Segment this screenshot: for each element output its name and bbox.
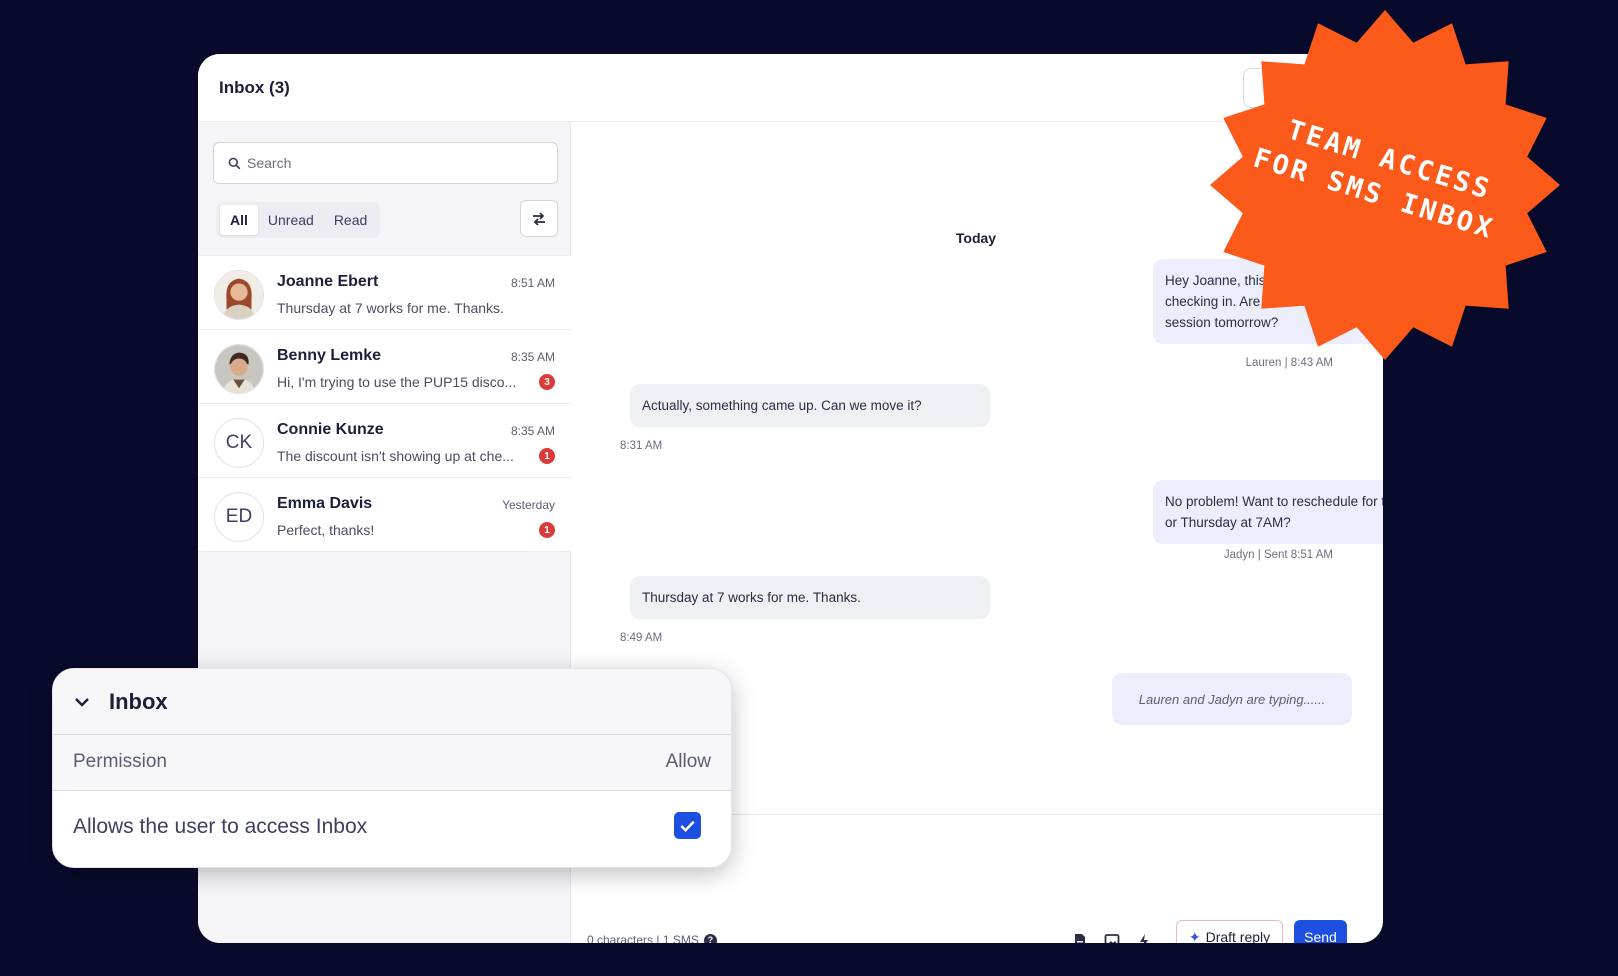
sort-button[interactable] [520,200,558,237]
list-item[interactable]: ED Emma Davis Yesterday Perfect, thanks!… [198,477,571,552]
message-time: Yesterday [502,498,555,512]
message-preview: Perfect, thanks! [277,522,375,538]
person-photo-icon [215,345,263,393]
message-meta: Jadyn | Sent 8:51 AM [1223,549,1333,561]
permission-description: Allows the user to access Inbox [73,815,368,838]
filter-tabs: All Unread Read [217,202,381,238]
permission-column-label: Permission [73,751,167,772]
avatar: CK [214,418,264,468]
image-icon[interactable] [1104,933,1120,943]
contact-name: Benny Lemke [277,347,382,364]
permission-title: Inbox [109,688,168,714]
list-item[interactable]: CK Connie Kunze 8:35 AM The discount isn… [198,403,571,478]
contact-name: Joanne Ebert [277,273,379,290]
message-preview: Hi, I'm trying to use the PUP15 disco... [277,374,517,390]
tab-all[interactable]: All [220,205,258,235]
draft-reply-label: Draft reply [1205,929,1271,943]
contact-name: Connie Kunze [277,421,384,438]
tab-read[interactable]: Read [324,205,377,235]
promo-starburst: TEAM ACCESS FOR SMS INBOX [1210,10,1560,360]
search-placeholder: Search [247,155,292,171]
search-icon [228,157,241,169]
message-preview: The discount isn't showing up at che... [277,448,514,464]
lightning-icon[interactable] [1136,933,1152,943]
person-photo-icon [215,271,263,319]
tab-unread[interactable]: Unread [258,205,324,235]
message-time: 8:35 AM [510,350,555,364]
permission-column-row: Permission Allow [53,735,731,791]
list-item[interactable]: Benny Lemke 8:35 AM Hi, I'm trying to us… [198,329,571,404]
outgoing-message: No problem! Want to reschedule for to to… [1153,480,1383,544]
allow-column-label: Allow [665,751,711,772]
sparkle-icon: ✦ [1188,928,1201,944]
unread-badge: 1 [539,522,555,538]
message-meta: 8:49 AM [620,632,663,644]
contact-name: Emma Davis [277,495,373,512]
message-time: 8:35 AM [510,424,555,438]
message-time: 8:51 AM [510,276,555,290]
swap-icon [533,211,545,226]
message-meta: 8:31 AM [620,440,663,452]
permission-card: Inbox Permission Allow Allows the user t… [52,668,732,868]
incoming-message: Actually, something came up. Can we move… [630,384,990,427]
avatar: ED [214,492,264,542]
allow-checkbox[interactable] [674,812,701,839]
conversation-list: Joanne Ebert 8:51 AM Thursday at 7 works… [198,255,571,552]
day-separator: Today [955,230,997,246]
message-preview: Thursday at 7 works for me. Thanks. [277,300,504,316]
file-icon[interactable] [1072,933,1088,943]
counter-text: 0 characters | 1 SMS [587,933,699,943]
search-input[interactable]: Search [213,142,558,184]
page-title: Inbox (3) [219,78,290,97]
list-item[interactable]: Joanne Ebert 8:51 AM Thursday at 7 works… [198,255,571,330]
checkmark-icon [680,820,695,833]
incoming-message: Thursday at 7 works for me. Thanks. [630,576,990,619]
typing-indicator: Lauren and Jadyn are typing...... [1112,673,1352,725]
unread-badge: 1 [539,448,555,464]
avatar [214,344,264,394]
permission-header[interactable]: Inbox [53,669,731,735]
send-button[interactable]: Send [1294,920,1347,943]
help-icon[interactable]: ? [703,933,717,943]
unread-badge: 3 [539,374,555,390]
draft-reply-button[interactable]: ✦ Draft reply [1176,920,1283,943]
character-counter: 0 characters | 1 SMS ? [587,933,717,943]
chevron-down-icon[interactable] [73,693,91,711]
avatar [214,270,264,320]
